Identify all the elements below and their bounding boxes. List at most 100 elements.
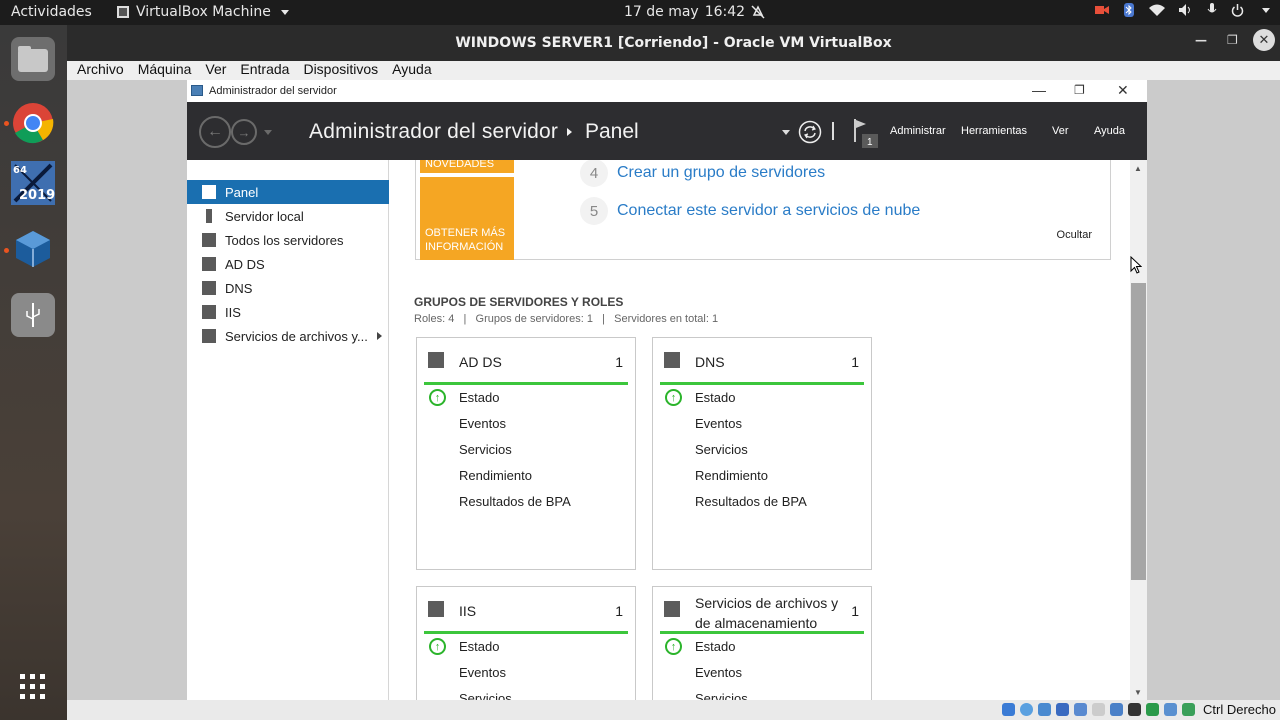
tile-header[interactable]: DNS 1 <box>660 338 864 385</box>
sidebar-item-ad-ds[interactable]: AD DS <box>187 252 389 276</box>
refresh-icon[interactable] <box>798 120 822 144</box>
tile-row-eventos[interactable]: Eventos <box>695 416 742 431</box>
tile-row-eventos[interactable]: Eventos <box>695 665 742 680</box>
sidebar-item-servicios-archivos[interactable]: Servicios de archivos y... <box>187 324 389 348</box>
forward-arrow-icon[interactable]: → <box>231 119 257 145</box>
tile-row-eventos[interactable]: Eventos <box>459 665 506 680</box>
recording-icon[interactable] <box>1128 703 1141 716</box>
sidebar-item-iis[interactable]: IIS <box>187 300 389 324</box>
server-manager-window: Administrador del servidor — ❐ ✕ ← → Adm… <box>187 80 1147 700</box>
tile-header[interactable]: AD DS 1 <box>424 338 628 385</box>
tile-row-servicios[interactable]: Servicios <box>695 442 748 457</box>
scroll-up-icon[interactable]: ▲ <box>1134 164 1142 173</box>
tile-row-servicios[interactable]: Servicios <box>459 442 512 457</box>
tile-row-eventos[interactable]: Eventos <box>459 416 506 431</box>
tile-row-rendimiento[interactable]: Rendimiento <box>459 468 532 483</box>
tile-header[interactable]: IIS 1 <box>424 587 628 634</box>
menu-ver[interactable]: Ver <box>1052 125 1069 137</box>
chevron-down-icon[interactable] <box>782 130 790 135</box>
server-manager-header: ← → Administrador del servidor Panel 1 A… <box>187 102 1147 160</box>
menu-administrar[interactable]: Administrar <box>890 125 946 137</box>
audio-icon[interactable] <box>1038 703 1051 716</box>
tile-row-servicios[interactable]: Servicios <box>695 691 748 700</box>
tile-name: DNS <box>695 354 725 370</box>
tile-row-estado[interactable]: Estado <box>695 390 735 405</box>
time-label: 16:42 <box>704 4 746 20</box>
role-tile-dns[interactable]: DNS 1 ↑ Estado Eventos Servicios Rendimi… <box>652 337 872 570</box>
restore-icon[interactable]: ❐ <box>1074 83 1085 97</box>
step-create-server-group[interactable]: 4 Crear un grupo de servidores <box>580 160 825 187</box>
news-section[interactable]: NOVEDADES <box>420 160 514 173</box>
tile-row-bpa[interactable]: Resultados de BPA <box>695 494 807 509</box>
menu-ayuda[interactable]: Ayuda <box>1094 125 1125 137</box>
microphone-icon <box>1207 3 1217 13</box>
chrome-icon[interactable] <box>11 101 55 145</box>
virtualbox-icon[interactable] <box>11 227 55 271</box>
status-ok-icon: ↑ <box>429 389 446 406</box>
hide-link[interactable]: Ocultar <box>1057 229 1092 241</box>
sidebar-item-todos-servidores[interactable]: Todos los servidores <box>187 228 389 252</box>
vertical-scrollbar[interactable]: ▲ ▼ <box>1130 160 1147 700</box>
role-tile-ad-ds[interactable]: AD DS 1 ↑ Estado Eventos Servicios Rendi… <box>416 337 636 570</box>
virtualization-icon[interactable] <box>1146 703 1159 716</box>
status-ok-icon: ↑ <box>429 638 446 655</box>
sidebar-item-dns[interactable]: DNS <box>187 276 389 300</box>
menu-ayuda[interactable]: Ayuda <box>392 61 431 80</box>
role-tile-iis[interactable]: IIS 1 ↑ Estado Eventos Servicios <box>416 586 636 700</box>
header-title: Administrador del servidor <box>309 120 559 143</box>
step-connect-cloud[interactable]: 5 Conectar este servidor a servicios de … <box>580 197 920 225</box>
close-icon[interactable]: ✕ <box>1117 82 1129 99</box>
minimize-icon[interactable]: — <box>1032 82 1046 98</box>
file-services-icon <box>664 601 680 617</box>
system-tray[interactable] <box>1095 3 1270 17</box>
menu-maquina[interactable]: Máquina <box>138 61 192 80</box>
usb-icon[interactable] <box>1074 703 1087 716</box>
menu-dispositivos[interactable]: Dispositivos <box>303 61 378 80</box>
display-icon[interactable] <box>1110 703 1123 716</box>
tile-row-servicios[interactable]: Servicios <box>459 691 512 700</box>
menu-entrada[interactable]: Entrada <box>240 61 289 80</box>
tile-count: 1 <box>851 603 859 619</box>
tile-header[interactable]: Servicios de archivos y de almacenamient… <box>660 587 864 634</box>
step-link[interactable]: Crear un grupo de servidores <box>617 164 825 182</box>
app-menu[interactable]: VirtualBox Machine <box>116 4 289 20</box>
menu-archivo[interactable]: Archivo <box>77 61 124 80</box>
menu-ver[interactable]: Ver <box>205 61 226 80</box>
server-manager-window-title: Administrador del servidor <box>209 85 337 97</box>
close-icon[interactable]: ✕ <box>1253 29 1275 51</box>
menu-herramientas[interactable]: Herramientas <box>961 125 1027 137</box>
server-icon <box>206 209 212 223</box>
shared-folders-icon[interactable] <box>1092 703 1105 716</box>
app-grid-icon[interactable] <box>11 665 55 709</box>
restore-icon[interactable]: ❐ <box>1227 33 1238 47</box>
history-dropdown-icon[interactable] <box>264 130 272 135</box>
scrollbar-thumb[interactable] <box>1131 283 1146 580</box>
notifications-flag-icon[interactable] <box>852 118 880 148</box>
activities-button[interactable]: Actividades <box>11 4 92 20</box>
chevron-right-icon[interactable] <box>377 332 382 340</box>
minimize-icon[interactable]: — <box>1195 33 1207 47</box>
clock[interactable]: 17 de may 16:42 <box>624 4 765 20</box>
files-icon[interactable] <box>11 37 55 81</box>
tile-row-bpa[interactable]: Resultados de BPA <box>459 494 571 509</box>
sidebar-item-servidor-local[interactable]: Servidor local <box>187 204 389 228</box>
back-arrow-icon[interactable]: ← <box>199 116 231 148</box>
network-icon[interactable] <box>1056 703 1069 716</box>
tile-row-estado[interactable]: Estado <box>695 639 735 654</box>
keyboard-icon[interactable] <box>1182 703 1195 716</box>
usb-icon[interactable] <box>11 293 55 337</box>
iis-icon <box>202 305 216 319</box>
scroll-down-icon[interactable]: ▼ <box>1134 688 1142 697</box>
learn-more-section[interactable]: OBTENER MÁS INFORMACIÓN <box>420 177 514 260</box>
step-link[interactable]: Conectar este servidor a servicios de nu… <box>617 202 920 220</box>
optical-drive-icon[interactable] <box>1020 703 1033 716</box>
camera-icon <box>1095 6 1109 14</box>
tile-row-estado[interactable]: Estado <box>459 639 499 654</box>
sidebar-item-panel[interactable]: Panel <box>187 180 389 204</box>
tile-row-rendimiento[interactable]: Rendimiento <box>695 468 768 483</box>
role-tile-file-services[interactable]: Servicios de archivos y de almacenamient… <box>652 586 872 700</box>
tile-row-estado[interactable]: Estado <box>459 390 499 405</box>
mouse-integration-icon[interactable] <box>1164 703 1177 716</box>
sidebar-item-label: Panel <box>225 184 259 200</box>
hard-disk-icon[interactable] <box>1002 703 1015 716</box>
